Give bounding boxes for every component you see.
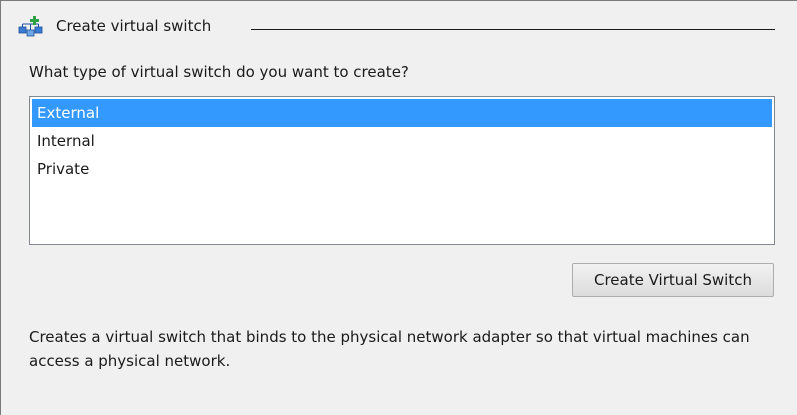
switch-type-description: Creates a virtual switch that binds to t…: [29, 328, 750, 370]
section-title: Create virtual switch: [56, 17, 212, 35]
section-divider: [251, 29, 775, 30]
list-item-external[interactable]: External: [32, 99, 772, 127]
virtual-switch-panel: Create virtual switch What type of virtu…: [0, 0, 797, 415]
switch-type-question: What type of virtual switch do you want …: [29, 63, 409, 81]
switch-type-listbox[interactable]: External Internal Private: [29, 96, 775, 245]
create-virtual-switch-button[interactable]: Create Virtual Switch: [572, 263, 774, 297]
add-network-switch-icon: [18, 16, 43, 37]
list-item-internal[interactable]: Internal: [32, 127, 772, 155]
section-header: Create virtual switch: [18, 13, 211, 39]
list-item-private[interactable]: Private: [32, 155, 772, 183]
